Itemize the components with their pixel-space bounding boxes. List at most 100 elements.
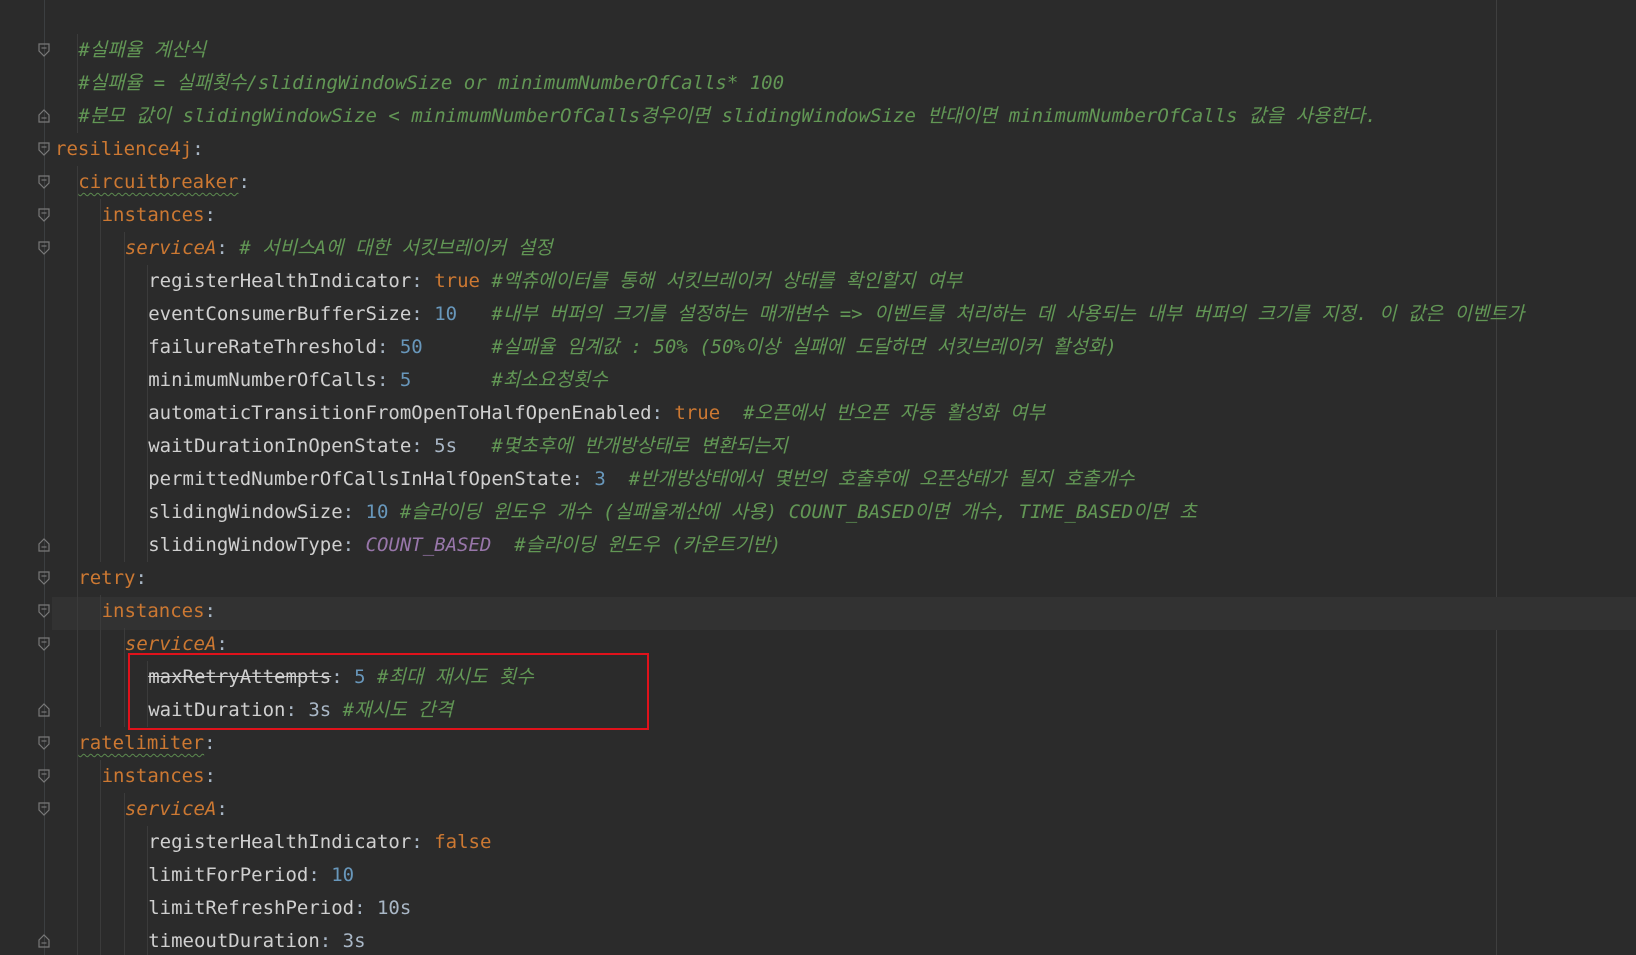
fold-collapse-icon[interactable] [38,142,50,156]
code-line-text: retry: [78,562,147,595]
code-token: : [192,138,204,160]
indent-guide [100,826,102,859]
code-line[interactable]: serviceA: # 서비스A에 대한 서킷브레이커 설정 [0,232,1636,265]
code-line-text: limitForPeriod: 10 [148,859,354,892]
code-token: : [376,336,400,358]
indent-guide [77,463,78,496]
code-line[interactable]: registerHealthIndicator: false [0,826,1636,859]
code-editor[interactable]: #실패율 계산식 #실패율 = 실패횟수/slidingWindowSize or… [0,0,1636,955]
code-line[interactable]: limitForPeriod: 10 [0,859,1636,892]
code-line[interactable]: eventConsumerBufferSize: 10 #내부 버퍼의 크기를 … [0,298,1636,331]
indent-guide [100,364,102,397]
fold-collapse-icon[interactable] [38,43,50,57]
code-token: : [204,204,216,226]
code-token: : [411,303,435,325]
code-line[interactable]: instances: [0,760,1636,793]
code-token: #슬라이딩 윈도우 (카운트기반) [514,534,782,556]
code-token: registerHealthIndicator [148,831,412,853]
code-line-text: permittedNumberOfCallsInHalfOpenState: 3… [148,463,1134,496]
code-line-text: slidingWindowSize: 10 #슬라이딩 윈도우 개수 (실패율계… [148,496,1197,529]
code-line[interactable]: #분모 값이 slidingWindowSize < minimumNumber… [0,100,1636,133]
code-token: : [135,567,147,589]
code-line[interactable]: slidingWindowType: COUNT_BASED #슬라이딩 윈도우… [0,529,1636,562]
fold-end-icon[interactable] [38,703,50,717]
code-token: : [238,171,250,193]
indent-guide [100,430,102,463]
fold-collapse-icon[interactable] [38,208,50,222]
code-line-text: registerHealthIndicator: false [148,826,491,859]
fold-end-icon[interactable] [38,538,50,552]
code-token: : [376,369,400,391]
code-line[interactable]: instances: [0,199,1636,232]
code-token: permittedNumberOfCallsInHalfOpenState [148,468,572,490]
code-area[interactable]: #실패율 계산식 #실패율 = 실패횟수/slidingWindowSize or… [0,34,1636,955]
code-token: true [434,270,480,292]
code-token: 10 [331,864,355,886]
fold-collapse-icon[interactable] [38,241,50,255]
code-line[interactable]: circuitbreaker: [0,166,1636,199]
code-token: minimumNumberOfCalls [148,369,377,391]
code-line[interactable]: instances: [0,595,1636,628]
code-token: 50 [399,336,423,358]
indent-guide [77,265,78,298]
indent-guide [123,859,125,892]
indent-guide [100,397,102,430]
code-token: slidingWindowSize [148,501,343,523]
code-line[interactable]: timeoutDuration: 3s [0,925,1636,955]
code-token: : [651,402,675,424]
code-token: failureRateThreshold [148,336,377,358]
code-line-text: instances: [102,199,216,232]
indent-guide [123,331,125,364]
code-line[interactable]: minimumNumberOfCalls: 5 #최소요청횟수 [0,364,1636,397]
code-line[interactable]: serviceA: [0,793,1636,826]
code-token: #액츄에이터를 통해 서킷브레이커 상태를 확인할지 여부 [491,270,963,292]
indent-guide [77,892,78,925]
indent-guide [100,694,102,727]
indent-guide [100,463,102,496]
code-token: #실패율 임계값 : 50% (50%이상 실패에 도달하면 서킷브레이커 활성… [491,336,1117,358]
code-token: : [342,534,366,556]
indent-guide [77,232,78,265]
indent-guide [100,232,102,265]
code-token: : [411,831,435,853]
code-line[interactable]: resilience4j: [0,133,1636,166]
indent-guide [77,826,78,859]
code-line[interactable]: ratelimiter: [0,727,1636,760]
indent-guide [77,397,78,430]
code-line[interactable]: permittedNumberOfCallsInHalfOpenState: 3… [0,463,1636,496]
code-token: : [204,765,216,787]
fold-end-icon[interactable] [38,109,50,123]
code-token: #반개방상태에서 몇번의 호출후에 오픈상태가 될지 호출개수 [628,468,1135,490]
code-line-text: registerHealthIndicator: true #액츄에이터를 통해… [148,265,962,298]
code-line[interactable]: #실패율 = 실패횟수/slidingWindowSize or minimum… [0,67,1636,100]
fold-end-icon[interactable] [38,934,50,948]
code-line[interactable]: #실패율 계산식 [0,34,1636,67]
fold-collapse-icon[interactable] [38,571,50,585]
code-line[interactable]: automaticTransitionFromOpenToHalfOpenEna… [0,397,1636,430]
code-token: # 서비스A에 대한 서킷브레이커 설정 [239,237,553,259]
indent-guide [100,496,102,529]
indent-guide [77,529,78,562]
fold-collapse-icon[interactable] [38,769,50,783]
code-token: serviceA [124,633,217,655]
code-token: : 5s [411,435,492,457]
code-line[interactable]: failureRateThreshold: 50 #실패율 임계값 : 50% … [0,331,1636,364]
code-token: limitForPeriod [148,864,309,886]
code-token: 5 [399,369,412,391]
fold-collapse-icon[interactable] [38,175,50,189]
code-line[interactable]: slidingWindowSize: 10 #슬라이딩 윈도우 개수 (실패율계… [0,496,1636,529]
code-token: : 10s [354,897,412,919]
code-line[interactable]: waitDurationInOpenState: 5s #몇초후에 반개방상태로… [0,430,1636,463]
fold-collapse-icon[interactable] [38,637,50,651]
code-token: serviceA [124,237,217,259]
code-line[interactable]: retry: [0,562,1636,595]
fold-collapse-icon[interactable] [38,802,50,816]
fold-collapse-icon[interactable] [38,604,50,618]
code-token: circuitbreaker [78,171,239,193]
fold-collapse-icon[interactable] [38,736,50,750]
code-line[interactable]: limitRefreshPeriod: 10s [0,892,1636,925]
code-line[interactable]: registerHealthIndicator: true #액츄에이터를 통해… [0,265,1636,298]
